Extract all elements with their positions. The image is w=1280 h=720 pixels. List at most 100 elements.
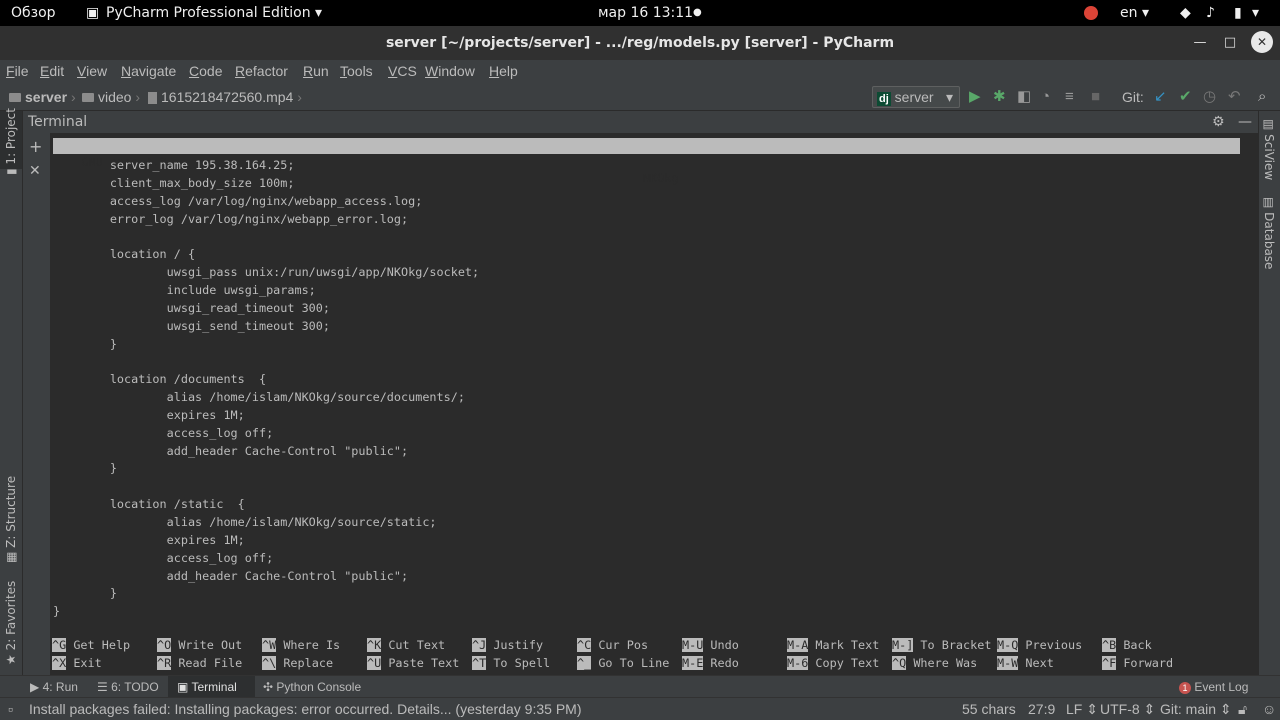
profile-icon[interactable]: ◔ bbox=[1041, 88, 1050, 106]
tab-project[interactable]: ▮ 1: Project bbox=[4, 108, 18, 175]
git-history-icon[interactable]: ◷ bbox=[1203, 88, 1216, 106]
caret-position[interactable]: 27:9 bbox=[1028, 698, 1055, 720]
menu-code[interactable]: Code bbox=[189, 60, 222, 82]
concurrency-icon[interactable]: ≡ bbox=[1065, 88, 1074, 106]
menu-view[interactable]: View bbox=[77, 60, 107, 82]
terminal-title: Terminal bbox=[28, 114, 88, 130]
nano-shortcut-key: ^K bbox=[367, 638, 382, 652]
nano-shortcut-key: ^J bbox=[472, 638, 487, 652]
terminal-line: access_log off; bbox=[53, 550, 274, 565]
nano-shortcut-key: ^_ bbox=[577, 656, 592, 670]
git-commit-icon[interactable]: ✔ bbox=[1179, 88, 1192, 106]
folder-icon bbox=[9, 92, 21, 102]
git-branch[interactable]: Git: main ⇕ bbox=[1160, 698, 1232, 720]
volume-icon[interactable]: ♪ bbox=[1206, 0, 1215, 26]
app-menu-icon: ▣ bbox=[86, 5, 100, 21]
nano-shortcut-key: ^U bbox=[367, 656, 382, 670]
terminal-line: add_header Cache-Control "public"; bbox=[53, 443, 409, 458]
run-icon[interactable]: ▶ bbox=[969, 88, 981, 106]
lock-icon[interactable]: 🔓︎ bbox=[1238, 698, 1247, 720]
git-branch-label: Git: main bbox=[1160, 701, 1217, 717]
menu-edit[interactable]: Edit bbox=[40, 60, 64, 82]
new-session-icon[interactable]: + bbox=[29, 137, 42, 156]
nano-shortcut-label: Forward bbox=[1123, 656, 1174, 670]
nano-shortcut: ^\ Replace bbox=[262, 654, 333, 672]
close-session-icon[interactable]: ✕ bbox=[29, 163, 41, 179]
git-update-icon[interactable]: ↙ bbox=[1154, 88, 1167, 106]
nano-shortcut: ^_ Go To Line bbox=[577, 654, 669, 672]
nano-shortcut: M-U Undo bbox=[682, 636, 739, 654]
git-rollback-icon[interactable]: ↶ bbox=[1228, 88, 1241, 106]
nano-shortcut-key: ^G bbox=[52, 638, 67, 652]
status-message[interactable]: Install packages failed: Installing pack… bbox=[29, 698, 581, 720]
tab-todo[interactable]: ☰ 6: TODO bbox=[97, 676, 159, 698]
run-configuration-select[interactable]: dj server ▾ bbox=[872, 86, 960, 108]
nano-shortcut: ^F Forward bbox=[1102, 654, 1173, 672]
left-tool-strip: ▮ 1: Project ▦ Z: Structure ★ 2: Favorit… bbox=[0, 108, 23, 675]
minimize-icon[interactable]: — bbox=[1192, 26, 1208, 60]
gear-icon[interactable]: ⚙ bbox=[1212, 111, 1225, 133]
system-menu-chevron-icon[interactable]: ▾ bbox=[1252, 0, 1259, 26]
close-icon[interactable]: ✕ bbox=[1251, 31, 1273, 53]
nano-shortcut: ^G Get Help bbox=[52, 636, 130, 654]
nano-shortcut: ^W Where Is bbox=[262, 636, 340, 654]
breadcrumb-project-label: server bbox=[25, 89, 68, 105]
nano-shortcut-key: M-U bbox=[682, 638, 704, 652]
notifications-icon[interactable]: ☺ bbox=[1262, 698, 1276, 720]
nano-shortcut-label: Justify bbox=[493, 638, 544, 652]
menu-refactor[interactable]: Refactor bbox=[235, 60, 288, 82]
nano-shortcut-label: Previous bbox=[1025, 638, 1083, 652]
tab-favorites[interactable]: ★ 2: Favorites bbox=[4, 581, 18, 665]
menu-tools[interactable]: Tools bbox=[340, 60, 373, 82]
layout-toggle-icon[interactable]: ▫ bbox=[8, 698, 13, 720]
tab-event-log[interactable]: 1 Event Log bbox=[1179, 676, 1248, 698]
menu-navigate[interactable]: Navigate bbox=[121, 60, 176, 82]
hide-panel-icon[interactable]: — bbox=[1238, 111, 1252, 133]
wifi-icon[interactable]: ◆ bbox=[1180, 0, 1191, 26]
battery-icon[interactable]: ▮ bbox=[1234, 0, 1242, 26]
nano-shortcut: ^J Justify bbox=[472, 636, 543, 654]
language-indicator[interactable]: en ▾ bbox=[1120, 0, 1149, 26]
terminal-line: access_log off; bbox=[53, 425, 274, 440]
nano-shortcut-label: Back bbox=[1123, 638, 1152, 652]
maximize-icon[interactable]: □ bbox=[1222, 26, 1238, 60]
file-encoding[interactable]: UTF-8 ⇕ bbox=[1100, 698, 1155, 720]
menu-help[interactable]: Help bbox=[489, 60, 518, 82]
nano-shortcut-key: M-W bbox=[997, 656, 1019, 670]
nano-shortcut-label: Where Was bbox=[913, 656, 978, 670]
database-icon: ▤ bbox=[1262, 197, 1276, 209]
nano-shortcut-label: Cut Text bbox=[388, 638, 446, 652]
tab-database[interactable]: ▤ Database bbox=[1262, 197, 1276, 269]
nano-shortcut-key: ^W bbox=[262, 638, 277, 652]
activities-button[interactable]: Обзор bbox=[11, 0, 56, 26]
menu-window[interactable]: Window bbox=[425, 60, 475, 82]
nano-shortcut: ^U Paste Text bbox=[367, 654, 459, 672]
tab-terminal[interactable]: ▣ Terminal bbox=[177, 676, 237, 698]
stop-icon[interactable]: ■ bbox=[1091, 88, 1100, 106]
nano-shortcut-key: ^C bbox=[577, 638, 592, 652]
nano-shortcut-key: ^B bbox=[1102, 638, 1117, 652]
tab-terminal-label: Terminal bbox=[191, 680, 237, 694]
breadcrumb-file[interactable]: 1615218472560.mp4 › bbox=[148, 84, 302, 110]
terminal-icon: ▣ bbox=[177, 680, 189, 694]
nano-shortcut-label: Replace bbox=[283, 656, 334, 670]
line-separator[interactable]: LF ⇕ bbox=[1066, 698, 1098, 720]
tab-structure[interactable]: ▦ Z: Structure bbox=[4, 476, 18, 563]
coverage-icon[interactable]: ◧ bbox=[1017, 88, 1031, 106]
system-top-bar: Обзор ▣ PyCharm Professional Edition ▾ м… bbox=[0, 0, 1280, 26]
menu-file[interactable]: File bbox=[6, 60, 29, 82]
debug-icon[interactable]: ✱ bbox=[993, 88, 1006, 106]
tab-run[interactable]: ▶ 4: Run bbox=[30, 676, 78, 698]
chrome-indicator-icon[interactable] bbox=[1084, 0, 1098, 26]
clock[interactable]: мар 16 13:11 bbox=[598, 0, 693, 26]
folder-icon bbox=[82, 92, 94, 102]
tab-sciview[interactable]: ▥ SciView bbox=[1262, 119, 1276, 180]
menu-vcs[interactable]: VCS bbox=[388, 60, 417, 82]
breadcrumb-folder[interactable]: video › bbox=[82, 84, 140, 110]
breadcrumb-project[interactable]: server › bbox=[9, 84, 76, 110]
search-everywhere-icon[interactable]: ⌕ bbox=[1258, 88, 1266, 106]
app-menu-button[interactable]: PyCharm Professional Edition ▾ bbox=[106, 0, 322, 26]
tab-python-console[interactable]: ✣ Python Console bbox=[263, 676, 361, 698]
menu-run[interactable]: Run bbox=[303, 60, 329, 82]
breadcrumb-folder-label: video bbox=[98, 89, 132, 105]
